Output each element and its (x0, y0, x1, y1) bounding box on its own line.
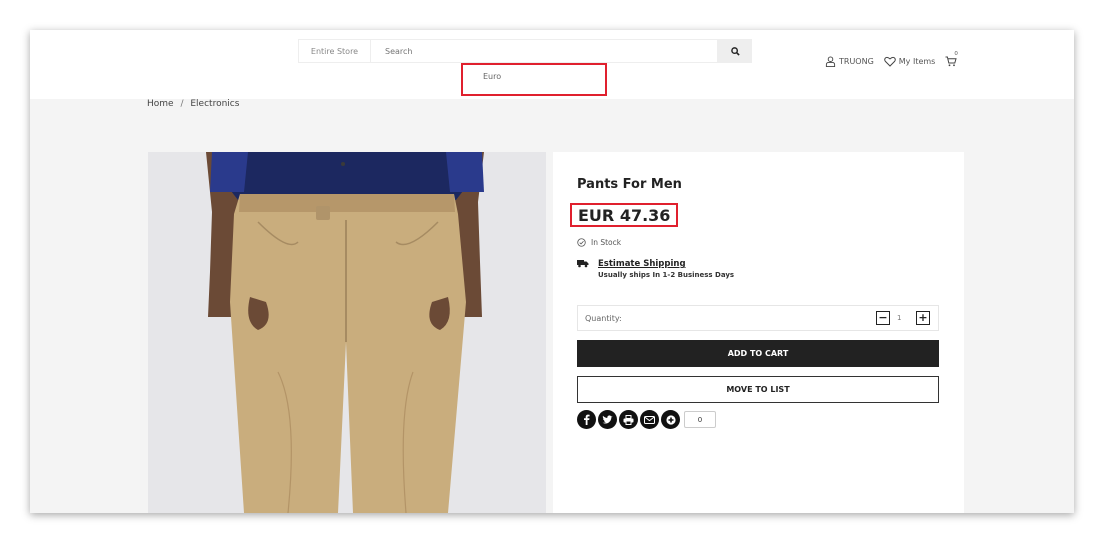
product-title: Pants For Men (577, 177, 682, 192)
product-info-panel: Pants For Men EUR 47.36 In Stock Estimat… (553, 152, 964, 513)
print-icon[interactable] (619, 410, 638, 429)
twitter-icon[interactable] (598, 410, 617, 429)
breadcrumb-current: Electronics (190, 99, 240, 109)
share-bar: 0 (577, 410, 716, 429)
header-links: TRUONG My Items 0 (825, 51, 970, 67)
account-label: TRUONG (839, 57, 874, 66)
currency-label: Euro (483, 72, 502, 81)
search-scope-select[interactable]: Entire Store (298, 39, 371, 63)
share-count: 0 (684, 411, 716, 428)
shipping-info: Estimate Shipping Usually ships In 1-2 B… (577, 259, 734, 279)
site-header: Entire Store Euro TRUONG My Items 0 (30, 30, 1074, 99)
breadcrumb-home[interactable]: Home (147, 99, 174, 109)
move-to-list-button[interactable]: MOVE TO LIST (577, 376, 939, 403)
cart-icon (945, 56, 958, 67)
search-button[interactable] (718, 39, 752, 63)
truck-icon (577, 260, 589, 268)
quantity-value[interactable]: 1 (897, 314, 901, 322)
product-price: EUR 47.36 (578, 206, 671, 225)
quantity-label: Quantity: (585, 314, 622, 323)
facebook-icon[interactable] (577, 410, 596, 429)
email-icon[interactable] (640, 410, 659, 429)
breadcrumb-separator: / (180, 99, 184, 109)
plus-share-icon[interactable] (661, 410, 680, 429)
check-circle-icon (577, 238, 586, 247)
product-image (148, 152, 546, 513)
add-to-cart-button[interactable]: ADD TO CART (577, 340, 939, 367)
price-highlight: EUR 47.36 (570, 203, 678, 227)
shipping-note: Usually ships In 1-2 Business Days (598, 271, 735, 279)
wishlist-link[interactable]: My Items (883, 56, 936, 67)
stock-status: In Stock (577, 238, 621, 247)
browser-viewport: Entire Store Euro TRUONG My Items 0 Home… (30, 30, 1074, 513)
user-icon (825, 56, 836, 67)
cart-link[interactable]: 0 (945, 51, 960, 67)
breadcrumb: Home / Electronics (147, 99, 239, 109)
wishlist-label: My Items (898, 57, 936, 66)
account-link[interactable]: TRUONG (825, 56, 874, 67)
heart-icon (883, 56, 896, 67)
quantity-decrease-button[interactable]: − (876, 311, 890, 325)
cart-count: 0 (954, 51, 958, 57)
currency-option-euro[interactable]: Euro (461, 63, 607, 96)
search-icon (730, 46, 740, 56)
quantity-stepper: Quantity: − 1 + (577, 305, 939, 331)
search-input[interactable] (371, 39, 718, 63)
quantity-increase-button[interactable]: + (916, 311, 930, 325)
stock-label: In Stock (591, 238, 622, 247)
estimate-shipping-link[interactable]: Estimate Shipping (598, 259, 734, 269)
pants-illustration (148, 152, 546, 513)
